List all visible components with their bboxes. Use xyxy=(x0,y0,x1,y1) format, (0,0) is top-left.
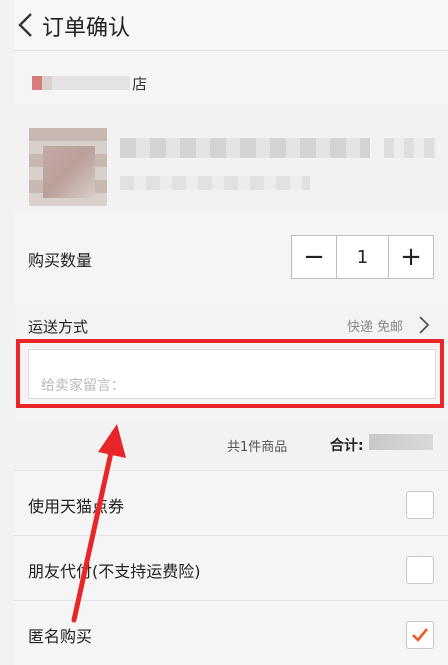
page-title: 订单确认 xyxy=(42,16,131,41)
product-sku-redacted xyxy=(120,176,310,190)
product-thumbnail xyxy=(29,128,107,206)
shipping-label: 运送方式 xyxy=(28,318,89,336)
anonymous-checkbox[interactable] xyxy=(406,621,434,649)
increment-button[interactable]: + xyxy=(389,236,433,278)
checkmark-icon xyxy=(412,628,429,642)
decrement-button[interactable]: − xyxy=(292,236,336,278)
total-label: 合计: xyxy=(330,438,364,454)
option-label: 朋友代付(不支持运费险) xyxy=(28,562,201,581)
chevron-right-icon[interactable] xyxy=(417,315,431,335)
coupon-checkbox[interactable] xyxy=(406,491,434,519)
shop-name-redacted xyxy=(32,76,130,90)
order-confirm-page: 订单确认 店 购买数量 − 1 + 运送方式 快递 免邮 给卖家留言： 共1件商… xyxy=(14,0,448,665)
shop-row[interactable]: 店 xyxy=(14,51,448,103)
product-price-redacted xyxy=(384,138,436,158)
highlight-box xyxy=(16,339,444,408)
friend-pay-checkbox[interactable] xyxy=(406,556,434,584)
option-tmall-coupon[interactable]: 使用天猫点券 xyxy=(14,470,448,535)
option-anonymous[interactable]: 匿名购买 xyxy=(14,600,448,665)
back-arrow-icon[interactable] xyxy=(16,12,36,38)
total-row: 共1件商品 合计: xyxy=(14,420,448,468)
option-label: 匿名购买 xyxy=(28,627,93,646)
product-row[interactable] xyxy=(14,104,448,212)
header: 订单确认 xyxy=(14,0,448,51)
quantity-value[interactable]: 1 xyxy=(336,236,389,278)
quantity-row: 购买数量 − 1 + xyxy=(14,213,448,303)
total-amount-redacted xyxy=(369,434,433,450)
shop-name-suffix: 店 xyxy=(132,75,148,93)
quantity-stepper: − 1 + xyxy=(291,235,434,279)
shipping-value[interactable]: 快递 免邮 xyxy=(347,316,403,335)
option-label: 使用天猫点券 xyxy=(28,497,125,516)
item-count: 共1件商品 xyxy=(227,440,288,455)
option-friend-pay[interactable]: 朋友代付(不支持运费险) xyxy=(14,535,448,600)
product-title-redacted xyxy=(120,138,370,158)
quantity-label: 购买数量 xyxy=(28,251,93,270)
